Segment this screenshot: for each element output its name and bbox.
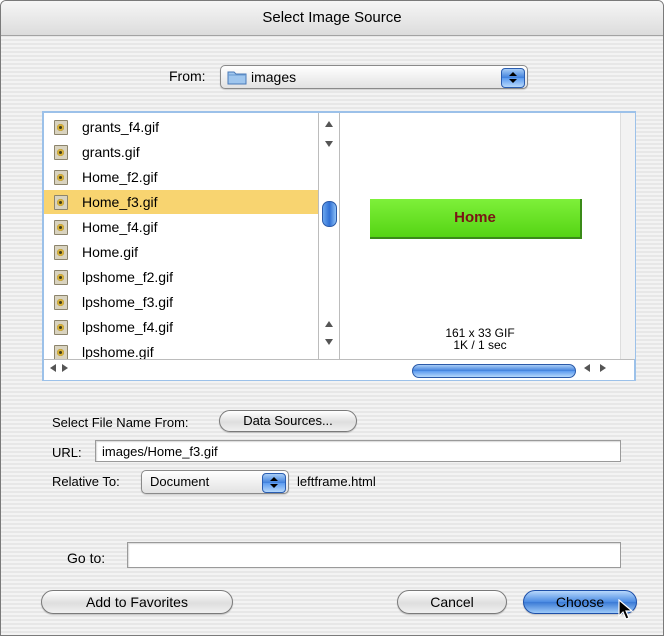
from-label: From: <box>169 68 206 84</box>
gif-file-icon <box>54 245 68 260</box>
preview-image: Home <box>370 199 582 239</box>
select-image-source-dialog: Select Image Source From: images grants_… <box>0 0 664 636</box>
gif-file-icon <box>54 120 68 135</box>
scroll-down-arrow-icon[interactable] <box>325 339 333 345</box>
gif-file-icon <box>54 295 68 310</box>
file-row[interactable]: grants_f4.gif <box>44 115 318 139</box>
relative-to-file: leftframe.html <box>297 474 376 489</box>
file-name: lpshome_f3.gif <box>82 294 174 310</box>
file-list-scrollbar[interactable] <box>318 113 340 359</box>
scroll-left-arrow-icon[interactable] <box>50 364 56 372</box>
folder-icon <box>227 69 247 88</box>
gif-file-icon <box>54 345 68 359</box>
add-to-favorites-button[interactable]: Add to Favorites <box>41 590 233 614</box>
gif-file-icon <box>54 170 68 185</box>
from-folder-value: images <box>251 69 297 85</box>
goto-field[interactable] <box>127 542 621 568</box>
gif-file-icon <box>54 145 68 160</box>
select-file-name-label: Select File Name From: <box>52 415 189 430</box>
file-row[interactable]: lpshome_f3.gif <box>44 290 318 314</box>
scroll-right-arrow-icon[interactable] <box>600 364 606 372</box>
file-row[interactable]: Home_f4.gif <box>44 215 318 239</box>
relative-to-popup[interactable]: Document <box>141 470 289 494</box>
file-name: Home_f3.gif <box>82 194 158 210</box>
file-list[interactable]: grants_f4.gif grants.gif Home_f2.gif Home_f… <box>44 113 318 359</box>
gif-file-icon <box>54 320 68 335</box>
scroll-right-arrow-icon[interactable] <box>62 364 68 372</box>
preview-scrollbar[interactable] <box>620 113 635 359</box>
file-row[interactable]: lpshome.gif <box>44 340 318 359</box>
popup-arrows-icon <box>262 473 286 493</box>
gif-file-icon <box>54 195 68 210</box>
file-name: grants.gif <box>82 144 140 160</box>
file-row[interactable]: grants.gif <box>44 140 318 164</box>
relative-to-label: Relative To: <box>52 474 120 489</box>
file-name: Home_f2.gif <box>82 169 158 185</box>
file-name: lpshome_f2.gif <box>82 269 174 285</box>
file-row[interactable]: Home_f2.gif <box>44 165 318 189</box>
file-row[interactable]: Home.gif <box>44 240 318 264</box>
horizontal-scrollbar[interactable] <box>44 359 634 380</box>
data-sources-button[interactable]: Data Sources... <box>219 410 357 432</box>
goto-label: Go to: <box>67 550 106 566</box>
file-row[interactable]: lpshome_f4.gif <box>44 315 318 339</box>
mouse-pointer-icon <box>617 598 639 621</box>
file-row[interactable]: Home_f3.gif <box>44 190 318 214</box>
preview-info: 161 x 33 GIF 1K / 1 sec <box>410 327 550 351</box>
scroll-down-arrow-icon[interactable] <box>325 141 333 147</box>
url-label: URL: <box>52 445 82 460</box>
preview-image-text: Home <box>454 209 496 226</box>
relative-to-value: Document <box>150 474 210 489</box>
scroll-up-arrow-icon[interactable] <box>325 321 333 327</box>
cancel-button[interactable]: Cancel <box>397 590 507 614</box>
file-browser: grants_f4.gif grants.gif Home_f2.gif Home_f… <box>42 111 636 381</box>
horizontal-scroll-thumb[interactable] <box>412 364 576 378</box>
file-name: lpshome_f4.gif <box>82 319 174 335</box>
scroll-left-arrow-icon[interactable] <box>584 364 590 372</box>
file-name: Home_f4.gif <box>82 219 158 235</box>
preview-size: 1K / 1 sec <box>453 338 507 352</box>
gif-file-icon <box>54 270 68 285</box>
from-folder-popup[interactable]: images <box>220 65 528 89</box>
file-name: grants_f4.gif <box>82 119 160 135</box>
file-row[interactable]: lpshome_f2.gif <box>44 265 318 289</box>
scroll-thumb[interactable] <box>322 201 337 227</box>
file-name: Home.gif <box>82 244 139 260</box>
scroll-up-arrow-icon[interactable] <box>325 121 333 127</box>
dialog-title: Select Image Source <box>1 1 663 36</box>
image-preview-pane: Home 161 x 33 GIF 1K / 1 sec <box>340 113 620 359</box>
popup-arrows-icon <box>501 68 525 88</box>
gif-file-icon <box>54 220 68 235</box>
file-name: lpshome.gif <box>82 344 154 359</box>
url-field[interactable]: images/Home_f3.gif <box>95 440 621 462</box>
